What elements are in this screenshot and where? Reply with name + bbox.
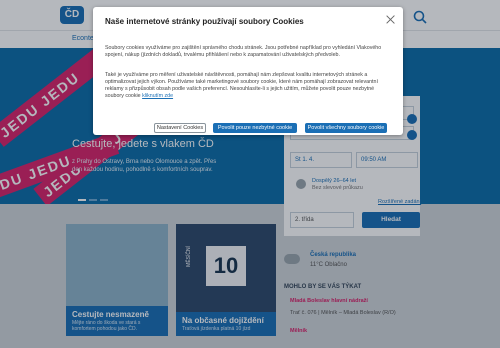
cookie-link[interactable]: kliknutím zde <box>142 93 173 99</box>
close-icon[interactable] <box>386 15 395 24</box>
cookie-dialog: Naše internetové stránky používají soubo… <box>93 7 403 135</box>
allow-necessary-button[interactable]: Povolit pouze nezbytné cookie <box>213 123 297 133</box>
cookie-paragraph-2: Také je využíváme pro měření uživatelské… <box>105 72 391 100</box>
cookie-paragraph-1: Soubory cookies využíváme pro zajištění … <box>105 45 382 59</box>
cookie-settings-button[interactable]: Nastavení Cookies <box>154 123 206 133</box>
cookie-dialog-title: Naše internetové stránky používají soubo… <box>105 17 304 26</box>
allow-all-button[interactable]: Povolit všechny soubory cookie <box>305 123 387 133</box>
